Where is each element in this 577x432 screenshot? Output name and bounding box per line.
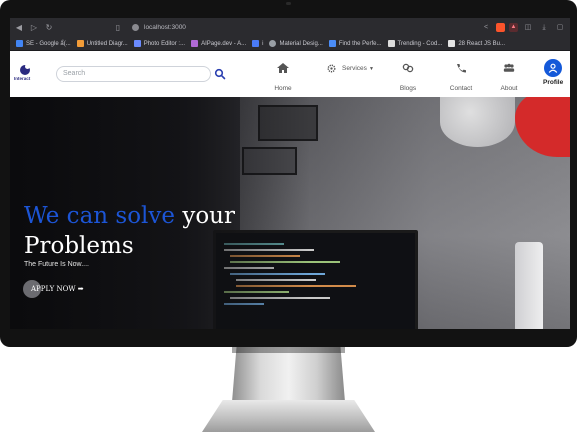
gear-icon xyxy=(327,64,336,73)
phone-icon xyxy=(457,64,466,73)
bookmark-page-icon[interactable]: ▯ xyxy=(113,23,123,32)
bookmark-item[interactable]: Untitled Diagr... xyxy=(76,40,128,47)
logo-mark-icon xyxy=(20,64,30,75)
bookmark-favicon-icon xyxy=(448,40,456,47)
back-icon[interactable]: ◀ xyxy=(13,22,25,34)
headline-highlight: We can solve xyxy=(24,203,176,229)
home-icon xyxy=(277,63,289,73)
camera-notch xyxy=(286,2,291,5)
nav-about-label: About xyxy=(500,85,518,92)
browser-toolbar: ◀ ▷ ↻ ▯ localhost:3000 < ▲ ◫ ⤓ ▢ xyxy=(10,18,570,37)
device-stand-image xyxy=(515,242,543,329)
search-placeholder: Search xyxy=(63,70,86,77)
bookmark-item[interactable]: Find the Perfe... xyxy=(328,40,382,47)
nav-blogs-label: Blogs xyxy=(399,85,417,92)
hero-headline: We can solve your Problems xyxy=(24,201,235,261)
apply-now-label: APPLY NOW ➡ xyxy=(31,285,84,293)
bookmark-favicon-icon xyxy=(387,40,395,47)
nav-home-label: Home xyxy=(274,85,292,92)
stand-shadow xyxy=(232,347,345,353)
bookmark-favicon-icon xyxy=(191,40,199,47)
browser-right-tools: < ▲ ◫ ⤓ ▢ xyxy=(476,22,566,34)
bookmark-favicon-icon xyxy=(76,40,84,47)
hero-tagline: The Future Is Now.... xyxy=(24,261,89,268)
chevron-down-icon: ▼ xyxy=(368,65,374,72)
bookmark-favicon-icon xyxy=(252,40,260,47)
avatar[interactable] xyxy=(544,59,562,77)
profile-label: Profile xyxy=(543,79,564,86)
logo-text: Interact xyxy=(14,76,31,81)
nav-about[interactable]: About xyxy=(498,63,520,95)
share-icon[interactable]: < xyxy=(480,22,492,34)
bookmark-item[interactable]: Material Desig... xyxy=(269,40,323,47)
nav-contact[interactable]: Contact xyxy=(447,63,475,95)
user-icon xyxy=(548,63,558,73)
reload-icon[interactable]: ↻ xyxy=(43,22,55,34)
bookmark-item[interactable]: 28 React JS Bu... xyxy=(448,40,505,47)
bookmark-favicon-icon xyxy=(16,40,23,47)
lamp-shade-image xyxy=(440,97,515,147)
forward-icon[interactable]: ▷ xyxy=(28,22,40,34)
window-icon[interactable]: ▢ xyxy=(554,22,566,34)
brave-shield-icon[interactable] xyxy=(496,23,505,32)
blogs-icon xyxy=(402,63,414,73)
monitor-stand-base xyxy=(202,400,375,432)
monitor-bezel: ◀ ▷ ↻ ▯ localhost:3000 < ▲ ◫ ⤓ ▢ SE - Go… xyxy=(0,0,577,347)
nav-services[interactable]: Services ▼ xyxy=(327,64,374,73)
nav-blogs[interactable]: Blogs xyxy=(398,63,418,95)
site-info-icon[interactable] xyxy=(132,24,139,31)
nav-contact-label: Contact xyxy=(449,85,473,92)
monitor-screen: ◀ ▷ ↻ ▯ localhost:3000 < ▲ ◫ ⤓ ▢ SE - Go… xyxy=(10,18,570,329)
address-url[interactable]: localhost:3000 xyxy=(144,24,186,31)
apply-now-button[interactable]: APPLY NOW ➡ xyxy=(23,280,84,298)
rewards-icon[interactable]: ▲ xyxy=(509,23,518,32)
bookmark-favicon-icon xyxy=(328,40,336,47)
nav-services-label: Services xyxy=(342,65,367,72)
bookmark-item[interactable]: Trending - Cod... xyxy=(387,40,442,47)
desktop-monitor-mockup: ◀ ▷ ↻ ▯ localhost:3000 < ▲ ◫ ⤓ ▢ SE - Go… xyxy=(0,0,577,432)
bookmark-favicon-icon xyxy=(133,40,141,47)
bookmarks-bar: SE - Google ẩ(... Untitled Diagr... Phot… xyxy=(10,37,570,51)
headline-rest: your xyxy=(175,203,235,229)
site-navbar: Interact Search Home Services ▼ Blogs Co… xyxy=(10,51,570,97)
extensions-icon[interactable]: ◫ xyxy=(522,22,534,34)
people-icon xyxy=(503,63,515,72)
nav-home[interactable]: Home xyxy=(272,63,294,95)
monitor-stand-neck xyxy=(232,347,345,402)
search-input[interactable]: Search xyxy=(56,66,211,82)
bookmark-favicon-icon xyxy=(269,40,277,47)
bookmark-item[interactable]: Photo Editor :... xyxy=(133,40,185,47)
headline-line2: Problems xyxy=(24,233,134,259)
bookmark-item[interactable]: AIPage.dev - A... xyxy=(191,40,246,47)
bookmark-item[interactable]: SE - Google ẩ(... xyxy=(16,40,71,47)
site-logo[interactable]: Interact xyxy=(14,64,40,85)
address-bar[interactable]: localhost:3000 xyxy=(129,21,459,34)
nav-profile[interactable]: Profile xyxy=(543,59,563,86)
download-icon[interactable]: ⤓ xyxy=(538,22,550,34)
search-icon[interactable] xyxy=(214,68,226,80)
bookmark-item[interactable]: i xyxy=(252,40,263,47)
hero-section: We can solve your Problems The Future Is… xyxy=(10,97,570,329)
